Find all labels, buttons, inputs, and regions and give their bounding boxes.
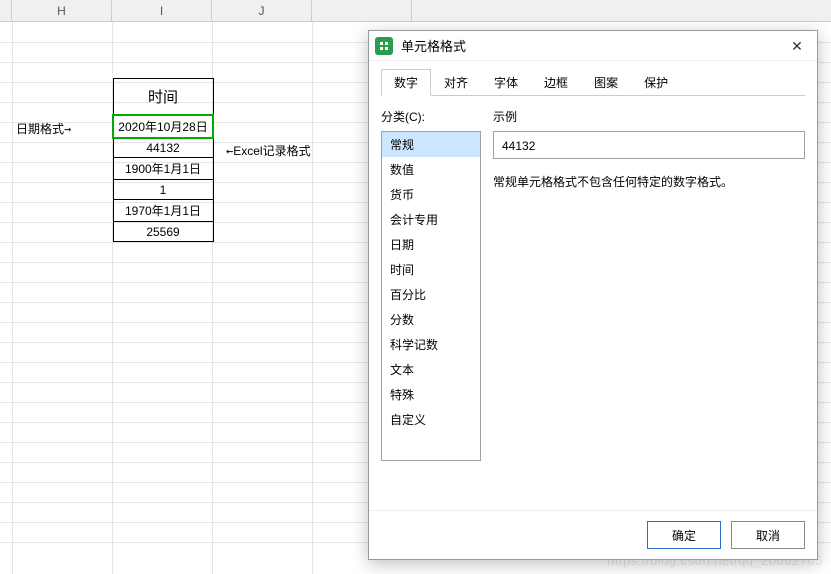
dialog-title: 单元格格式 [401,36,783,55]
table-cell[interactable]: 25569 [113,222,213,242]
table-cell[interactable]: 44132 [113,138,213,158]
annotation-left: 日期格式→ [16,120,71,137]
category-item-general[interactable]: 常规 [382,132,480,157]
col-header-i[interactable]: I [112,0,212,21]
category-item-scientific[interactable]: 科学记数 [382,332,480,357]
category-item-number[interactable]: 数值 [382,157,480,182]
tab-protection[interactable]: 保护 [631,69,681,96]
data-table: 时间 2020年10月28日 44132 1900年1月1日 1 1970年1月… [112,78,214,242]
annotation-right: ←Excel记录格式 [226,142,311,159]
category-item-fraction[interactable]: 分数 [382,307,480,332]
format-cells-dialog: 单元格格式 ✕ 数字 对齐 字体 边框 图案 保护 分类(C): 常规 数值 货… [368,30,818,560]
category-label: 分类(C): [381,108,481,125]
tabs: 数字 对齐 字体 边框 图案 保护 [369,61,817,96]
table-header[interactable]: 时间 [113,79,213,115]
tab-number[interactable]: 数字 [381,69,431,96]
category-item-date[interactable]: 日期 [382,232,480,257]
example-label: 示例 [493,108,805,125]
cell-selected[interactable]: 2020年10月28日 [113,115,213,138]
table-cell[interactable]: 1 [113,180,213,200]
table-cell[interactable]: 1970年1月1日 [113,200,213,222]
category-item-special[interactable]: 特殊 [382,382,480,407]
close-icon: ✕ [791,38,803,54]
arrow-right-icon: → [64,122,71,136]
tab-pattern[interactable]: 图案 [581,69,631,96]
column-headers: H I J [0,0,831,22]
format-description: 常规单元格格式不包含任何特定的数字格式。 [493,173,805,190]
category-item-custom[interactable]: 自定义 [382,407,480,432]
col-header-j[interactable]: J [212,0,312,21]
col-header-h[interactable]: H [12,0,112,21]
ok-button[interactable]: 确定 [647,521,721,549]
dialog-body: 分类(C): 常规 数值 货币 会计专用 日期 时间 百分比 分数 科学记数 文… [369,96,817,473]
table-cell[interactable]: 1900年1月1日 [113,158,213,180]
category-item-accounting[interactable]: 会计专用 [382,207,480,232]
category-item-text[interactable]: 文本 [382,357,480,382]
titlebar: 单元格格式 ✕ [369,31,817,61]
tab-font[interactable]: 字体 [481,69,531,96]
col-header-next[interactable] [312,0,412,21]
category-item-currency[interactable]: 货币 [382,182,480,207]
corner-cell [0,0,12,21]
dialog-footer: 确定 取消 [369,510,817,559]
close-button[interactable]: ✕ [783,35,811,57]
category-list[interactable]: 常规 数值 货币 会计专用 日期 时间 百分比 分数 科学记数 文本 特殊 自定… [381,131,481,461]
app-icon [375,37,393,55]
example-value: 44132 [493,131,805,159]
cancel-button[interactable]: 取消 [731,521,805,549]
tab-border[interactable]: 边框 [531,69,581,96]
category-item-percentage[interactable]: 百分比 [382,282,480,307]
tab-alignment[interactable]: 对齐 [431,69,481,96]
category-item-time[interactable]: 时间 [382,257,480,282]
